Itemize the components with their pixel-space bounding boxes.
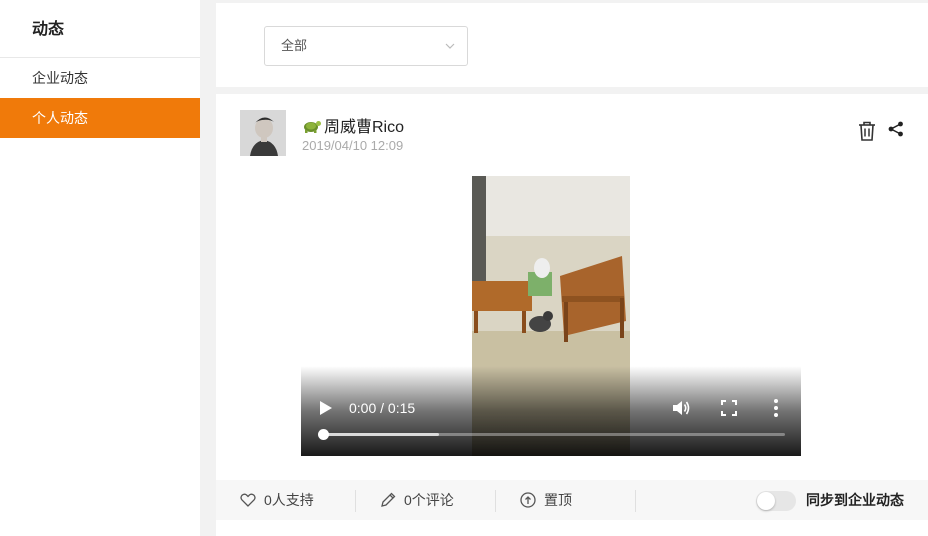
sidebar: 动态 企业动态 个人动态 — [0, 0, 200, 536]
fullscreen-icon[interactable] — [721, 400, 737, 416]
video-buffer-bar — [323, 433, 439, 436]
pin-top-icon — [520, 492, 536, 508]
action-divider — [355, 490, 356, 512]
like-count: 0人支持 — [264, 492, 314, 508]
post-card: 周威曹Rico 2019/04/10 12:09 0:00 / 0:15 0人支… — [216, 94, 928, 536]
play-icon[interactable] — [319, 400, 333, 416]
sidebar-item-personal-feed[interactable]: 个人动态 — [0, 98, 200, 138]
heart-icon — [240, 493, 256, 507]
sync-toggle-knob — [757, 492, 775, 510]
post-action-bar: 0人支持 0个评论 置顶 同步到企业动态 — [216, 480, 928, 520]
comment-button[interactable]: 0个评论 — [380, 480, 454, 520]
filter-select[interactable]: 全部 — [264, 26, 468, 66]
video-time: 0:00 / 0:15 — [349, 400, 415, 416]
post-author[interactable]: 周威曹Rico — [302, 113, 404, 137]
avatar[interactable] — [240, 110, 286, 156]
sidebar-title: 动态 — [0, 0, 200, 58]
pencil-icon — [381, 492, 396, 507]
video-player[interactable]: 0:00 / 0:15 — [301, 176, 801, 456]
volume-icon[interactable] — [671, 398, 691, 418]
pin-label: 置顶 — [544, 492, 572, 508]
video-time-separator: / — [380, 400, 385, 416]
share-icon[interactable] — [888, 121, 904, 137]
video-duration: 0:15 — [387, 400, 416, 416]
trash-icon[interactable] — [858, 121, 876, 141]
video-progress-bar[interactable] — [318, 429, 785, 440]
sync-toggle-label: 同步到企业动态 — [806, 492, 904, 508]
sync-toggle[interactable] — [756, 491, 796, 511]
comment-count: 0个评论 — [404, 492, 454, 508]
turtle-emoji-icon — [304, 121, 321, 133]
action-divider — [495, 490, 496, 512]
video-progress-handle[interactable] — [318, 429, 329, 440]
action-divider — [635, 490, 636, 512]
filter-select-value: 全部 — [281, 38, 308, 53]
sidebar-item-enterprise-feed[interactable]: 企业动态 — [0, 58, 200, 98]
chevron-down-icon — [445, 43, 455, 49]
video-current-time: 0:00 — [349, 400, 377, 416]
post-author-name: 周威曹Rico — [324, 119, 405, 136]
post-time: 2019/04/10 12:09 — [302, 138, 404, 153]
like-button[interactable]: 0人支持 — [240, 480, 314, 520]
filter-card: 全部 — [216, 3, 928, 87]
pin-button[interactable]: 置顶 — [520, 480, 572, 520]
avatar-image — [240, 110, 286, 156]
more-options-icon[interactable] — [773, 398, 779, 418]
